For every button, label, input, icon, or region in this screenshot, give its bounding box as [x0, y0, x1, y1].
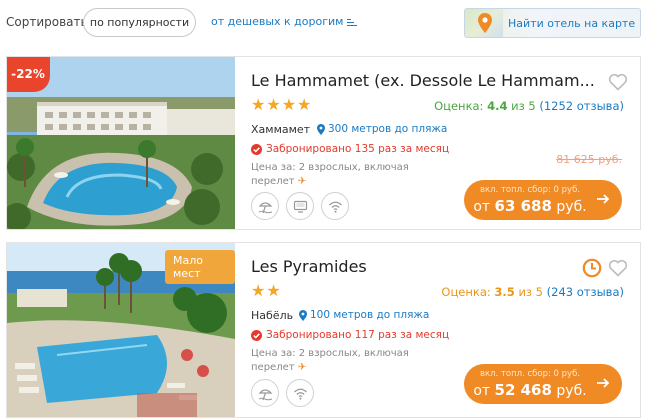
map-pin-icon	[478, 13, 492, 33]
price-value: 52 468	[494, 381, 552, 399]
beach-umbrella-icon[interactable]	[251, 192, 279, 220]
fuel-fee: вкл. топл. сбор: 0 руб.	[479, 369, 581, 379]
hotel-stars: ★★★★	[251, 95, 313, 114]
price-prefix: от	[473, 199, 491, 215]
sort-label: Сортировать:	[6, 15, 92, 29]
hotel-rating: Оценка: 4.4 из 5 (1252 отзыва)	[434, 99, 624, 113]
sort-price-link[interactable]: от дешевых к дорогим	[211, 15, 358, 28]
hotel-info: Les Pyramides ★★ Оценка: 3.5 из 5 (243 о…	[251, 243, 640, 417]
rating-label: Оценка:	[441, 285, 491, 299]
book-price-button[interactable]: вкл. топл. сбор: 0 руб. от 52 468 руб.	[464, 364, 622, 404]
hotel-name-link[interactable]: Les Pyramides	[251, 257, 596, 276]
sort-popularity-button[interactable]: по популярности	[83, 8, 196, 37]
arrow-right-icon	[597, 378, 610, 388]
booked-count-label: Забронировано 135 раз за месяц	[266, 143, 450, 155]
rating-of: из 5	[518, 285, 543, 299]
amenities	[251, 192, 349, 220]
tv-icon[interactable]	[286, 192, 314, 220]
rating-value: 3.5	[494, 285, 515, 299]
price-note-line2: перелет	[251, 176, 295, 187]
hotel-name-link[interactable]: Le Hammamet (ex. Dessole Le Hammam...	[251, 71, 596, 90]
price-currency: руб.	[556, 383, 587, 399]
price-amount: от 52 468 руб.	[464, 381, 596, 399]
hotel-card[interactable]: Мало мест Les Pyramides ★★ Оценка: 3.5 и…	[6, 242, 641, 418]
amenities	[251, 379, 314, 407]
price-note: Цена за: 2 взрослых, включая перелет ✈	[251, 161, 411, 189]
airplane-icon: ✈	[297, 176, 307, 187]
check-circle-icon	[251, 143, 262, 155]
beach-distance-label: 100 метров до пляжа	[310, 309, 430, 321]
find-on-map-button[interactable]: Найти отель на карте	[464, 8, 641, 38]
rating-value: 4.4	[487, 99, 508, 113]
price-note-line1: Цена за: 2 взрослых, включая	[251, 162, 409, 173]
wifi-icon[interactable]	[321, 192, 349, 220]
price-currency: руб.	[556, 199, 587, 215]
beach-distance: 300 метров до пляжа	[317, 123, 447, 135]
booked-count: Забронировано 135 раз за месяц	[251, 143, 449, 155]
wifi-icon[interactable]	[286, 379, 314, 407]
price-note-line2: перелет	[251, 362, 295, 373]
price-prefix: от	[473, 383, 491, 399]
sort-price-label: от дешевых к дорогим	[211, 15, 344, 28]
booked-count-label: Забронировано 117 раз за месяц	[266, 329, 450, 341]
price-note: Цена за: 2 взрослых, включая перелет ✈	[251, 347, 411, 375]
few-rooms-badge: Мало мест	[165, 250, 235, 284]
rating-of: из 5	[511, 99, 536, 113]
hotel-rating: Оценка: 3.5 из 5 (243 отзыва)	[441, 285, 624, 299]
reviews-link[interactable]: (1252 отзыва)	[539, 99, 624, 113]
hotel-stars: ★★	[251, 281, 282, 300]
beach-distance: 100 метров до пляжа	[299, 309, 429, 321]
rating-label: Оценка:	[434, 99, 484, 113]
book-price-button[interactable]: вкл. топл. сбор: 0 руб. от 63 688 руб.	[464, 180, 622, 220]
hotel-card[interactable]: -22% Le Hammamet (ex. Dessole Le Hammam.…	[6, 56, 641, 230]
hotel-city: Хаммамет	[251, 123, 311, 136]
heart-icon[interactable]	[608, 73, 628, 91]
hotel-photo[interactable]: -22%	[7, 57, 235, 229]
airplane-icon: ✈	[297, 362, 307, 373]
discount-badge: -22%	[7, 57, 50, 92]
price-amount: от 63 688 руб.	[464, 197, 596, 215]
old-price: 81 625 руб.	[556, 153, 622, 166]
price-value: 63 688	[494, 197, 552, 215]
location-pin-icon	[317, 123, 325, 135]
hotel-city: Набёль	[251, 309, 294, 322]
fuel-fee: вкл. топл. сбор: 0 руб.	[479, 185, 581, 195]
clock-icon[interactable]	[582, 258, 602, 278]
booked-count: Забронировано 117 раз за месяц	[251, 329, 449, 341]
hotel-info: Le Hammamet (ex. Dessole Le Hammam... ★★…	[251, 57, 640, 229]
location-pin-icon	[299, 309, 307, 321]
heart-icon[interactable]	[608, 259, 628, 277]
reviews-link[interactable]: (243 отзыва)	[547, 285, 624, 299]
sort-bar: Сортировать: по популярности от дешевых …	[0, 0, 646, 48]
hotel-photo[interactable]: Мало мест	[7, 243, 235, 417]
find-on-map-label: Найти отель на карте	[508, 17, 636, 30]
sort-ascending-icon	[347, 18, 358, 27]
check-circle-icon	[251, 329, 262, 341]
arrow-right-icon	[597, 194, 610, 204]
price-note-line1: Цена за: 2 взрослых, включая	[251, 348, 409, 359]
beach-distance-label: 300 метров до пляжа	[328, 123, 448, 135]
beach-umbrella-icon[interactable]	[251, 379, 279, 407]
